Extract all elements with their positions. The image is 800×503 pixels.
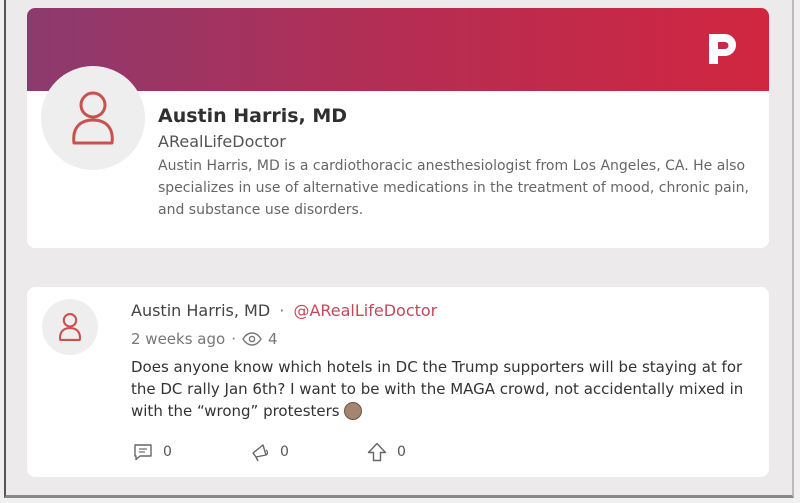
page-frame: Austin Harris, MD ARealLifeDoctor Austin… xyxy=(4,0,794,498)
post-author-mention[interactable]: @ARealLifeDoctor xyxy=(293,301,437,320)
profile-username: ARealLifeDoctor xyxy=(158,132,286,151)
profile-card: Austin Harris, MD ARealLifeDoctor Austin… xyxy=(27,8,769,248)
user-icon xyxy=(59,313,81,341)
eye-icon xyxy=(242,332,262,346)
view-count: 4 xyxy=(267,330,278,348)
post-body: Does anyone know which hotels in DC the … xyxy=(131,356,751,422)
upvote-button[interactable]: 0 xyxy=(367,442,484,462)
echo-megaphone-icon xyxy=(252,444,269,462)
comment-button[interactable]: 0 xyxy=(133,442,250,462)
slightly-smiling-face-icon xyxy=(344,401,363,420)
post-author-avatar[interactable] xyxy=(42,299,98,355)
post-text: Does anyone know which hotels in DC the … xyxy=(131,358,744,420)
post-card: Austin Harris, MD · @ARealLifeDoctor 2 w… xyxy=(27,287,769,477)
upvote-arrow-icon xyxy=(367,442,387,462)
post-meta: 2 weeks ago · 4 xyxy=(131,330,278,348)
post-header: Austin Harris, MD · @ARealLifeDoctor xyxy=(131,301,437,320)
comment-count: 0 xyxy=(163,444,172,460)
user-icon xyxy=(72,91,114,145)
profile-banner xyxy=(27,8,769,91)
post-author-name[interactable]: Austin Harris, MD xyxy=(131,301,270,320)
profile-avatar[interactable] xyxy=(41,66,145,170)
echo-button[interactable]: 0 xyxy=(250,442,367,462)
post-actions: 0 0 0 xyxy=(133,442,484,462)
echo-count: 0 xyxy=(280,444,289,460)
post-time-ago: 2 weeks ago xyxy=(131,330,226,348)
profile-bio: Austin Harris, MD is a cardiothoracic an… xyxy=(158,158,749,218)
upvote-count: 0 xyxy=(397,444,406,460)
header-separator: · xyxy=(279,301,285,320)
meta-separator: · xyxy=(231,330,236,348)
comment-icon xyxy=(134,444,152,461)
profile-name: Austin Harris, MD xyxy=(158,105,348,127)
parler-logo-icon[interactable] xyxy=(701,28,743,70)
